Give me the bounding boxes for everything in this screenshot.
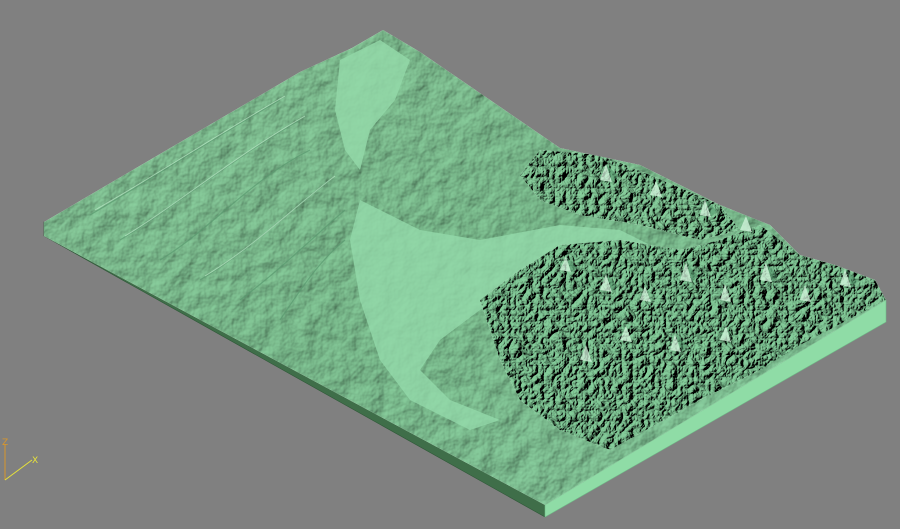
3d-viewport[interactable]: Z X (0, 0, 900, 529)
x-axis-line (4, 459, 33, 481)
terrain-model[interactable] (0, 0, 900, 529)
axis-triad: Z X (2, 438, 38, 481)
z-axis-label: Z (2, 438, 8, 448)
x-axis-label: X (32, 456, 38, 466)
